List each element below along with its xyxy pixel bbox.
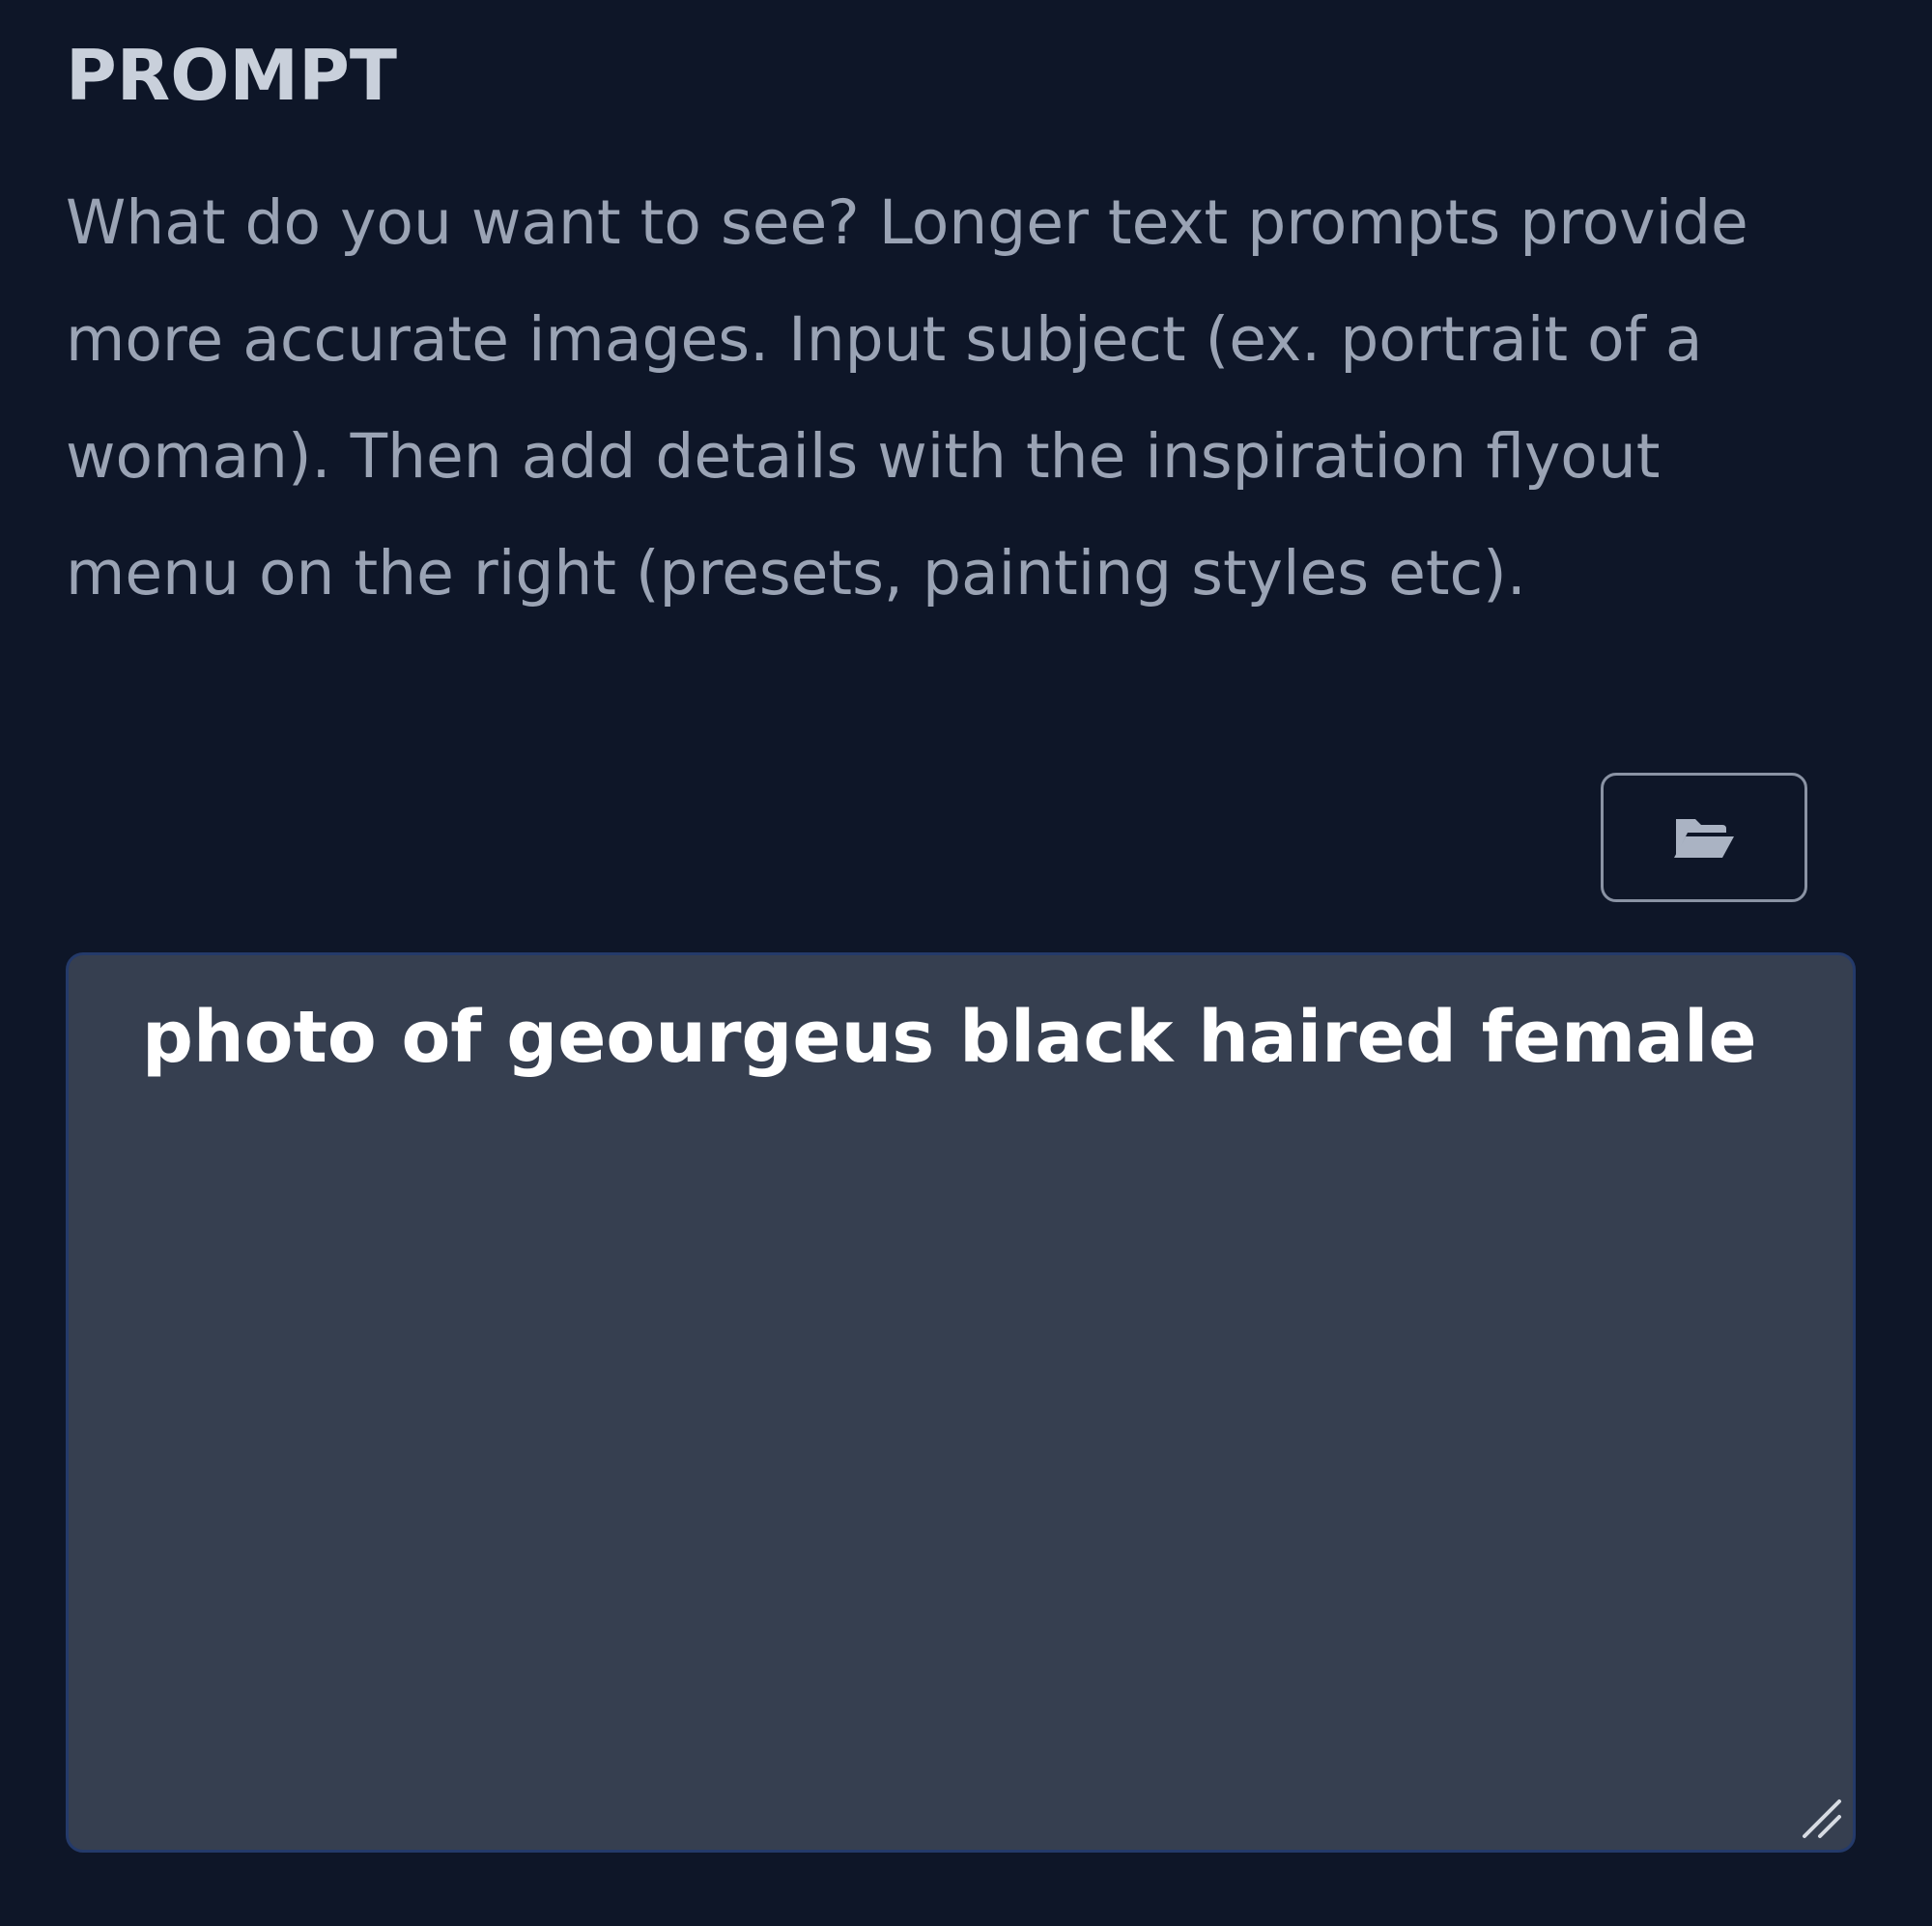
prompt-description: What do you want to see? Longer text pro… bbox=[66, 187, 1748, 609]
prompt-panel: PROMPT What do you want to see? Longer t… bbox=[0, 0, 1932, 1926]
open-prompt-file-button[interactable] bbox=[1601, 773, 1807, 902]
prompt-section-title: PROMPT bbox=[66, 35, 397, 116]
resize-grip-icon[interactable] bbox=[1797, 1794, 1843, 1840]
prompt-input[interactable]: photo of geourgeus black haired female bbox=[69, 955, 1853, 1850]
prompt-input-container: photo of geourgeus black haired female bbox=[66, 952, 1856, 1853]
folder-open-icon bbox=[1672, 813, 1736, 862]
